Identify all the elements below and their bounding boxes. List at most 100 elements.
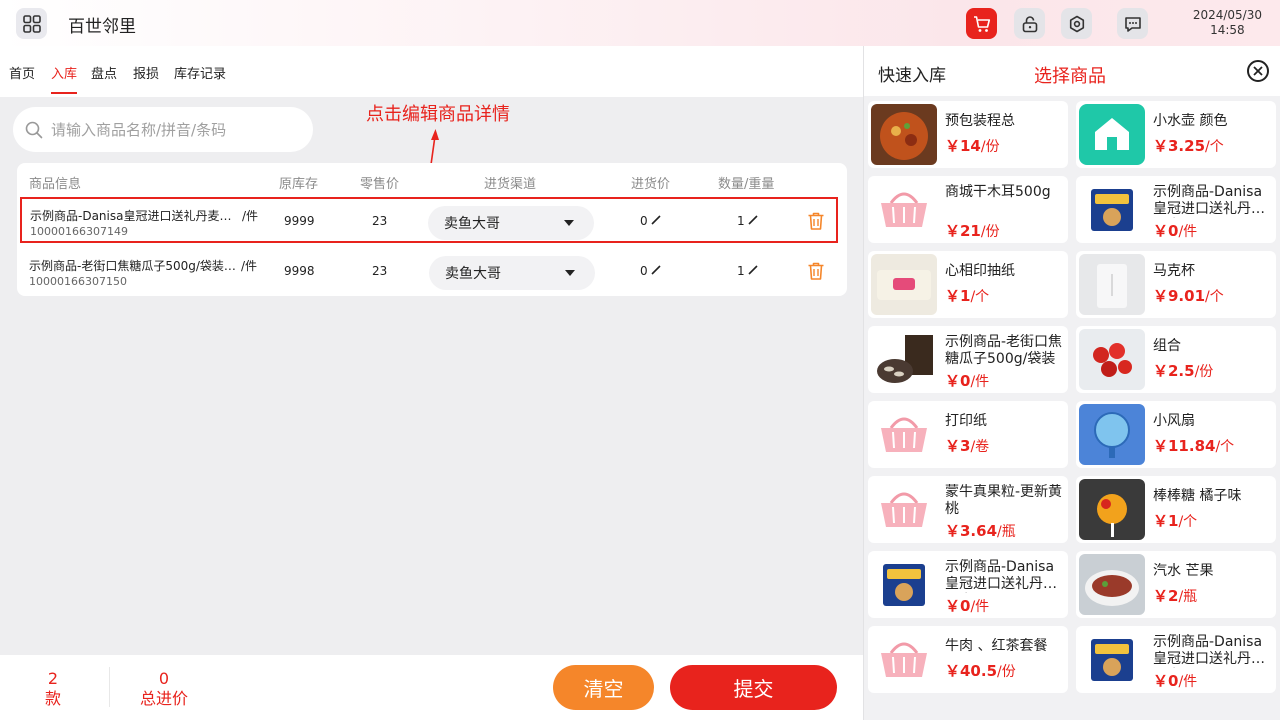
settings-icon <box>1069 15 1084 32</box>
close-button[interactable] <box>1247 60 1269 82</box>
price-unit: /件 <box>970 599 990 615</box>
search-box[interactable] <box>13 107 313 152</box>
cart-icon <box>973 15 990 32</box>
product-card[interactable]: 示例商品-Danisa皇冠进口送礼丹麦曲奇 ￥0/件 <box>868 551 1068 618</box>
retail-price: 23 <box>372 214 388 228</box>
price-unit: /卷 <box>970 439 990 455</box>
product-card[interactable]: 汽水 芒果 ￥2/瓶 <box>1076 551 1276 618</box>
product-card[interactable]: 棒棒糖 橘子味 ￥1/个 <box>1076 476 1276 543</box>
home-icon <box>1079 104 1145 165</box>
product-card-price: ￥3/卷 <box>945 435 989 456</box>
product-card-price: ￥0/件 <box>945 370 989 391</box>
header-quantity: 数量/重量 <box>718 177 775 192</box>
unlock-button[interactable] <box>1014 8 1045 39</box>
unlock-icon <box>1022 15 1037 32</box>
price-value: ￥3 <box>945 437 971 455</box>
message-button[interactable] <box>1117 8 1148 39</box>
cost-price-edit[interactable]: 0 <box>640 214 662 228</box>
product-card[interactable]: 商城干木耳500g ￥21/份 <box>868 176 1068 243</box>
product-card-price: ￥0/件 <box>1153 670 1197 691</box>
product-image <box>1079 329 1145 390</box>
product-name: 示例商品-Danisa皇冠进口送礼丹麦曲奇 <box>30 209 240 223</box>
trash-icon[interactable] <box>807 261 825 281</box>
product-card-name: 组合 <box>1153 338 1181 354</box>
product-card[interactable]: 小水壶 颜色 ￥3.25/个 <box>1076 101 1276 168</box>
product-card[interactable]: 组合 ￥2.5/份 <box>1076 326 1276 393</box>
grid-menu-button[interactable] <box>16 8 47 39</box>
channel-select[interactable]: 卖鱼大哥 <box>428 206 594 240</box>
price-unit: /份 <box>980 224 1000 240</box>
tab-home[interactable]: 首页 <box>9 63 35 92</box>
table-row[interactable]: 示例商品-老街口焦糖瓜子500g/袋装零食 /件 10000166307150 … <box>17 249 847 295</box>
product-card[interactable]: 牛肉 、红茶套餐 ￥40.5/份 <box>868 626 1068 693</box>
quantity-edit[interactable]: 1 <box>737 264 759 278</box>
price-value: ￥2.5 <box>1153 362 1195 380</box>
channel-value: 卖鱼大哥 <box>444 216 500 232</box>
product-image <box>871 104 937 165</box>
header-channel: 进货渠道 <box>484 177 537 192</box>
product-card-name: 示例商品-Danisa皇冠进口送礼丹麦曲奇 <box>1153 634 1265 667</box>
product-card-name: 汽水 芒果 <box>1153 563 1214 579</box>
tab-stock-records[interactable]: 库存记录 <box>174 63 226 92</box>
quantity-edit[interactable]: 1 <box>737 214 759 228</box>
product-card[interactable]: 示例商品-老街口焦糖瓜子500g/袋装 ￥0/件 <box>868 326 1068 393</box>
date-text: 2024/05/30 <box>1192 8 1262 22</box>
tab-loss-report[interactable]: 报损 <box>133 63 159 92</box>
product-card[interactable]: 心相印抽纸 ￥1/个 <box>868 251 1068 318</box>
header-cost-price: 进货价 <box>631 177 671 192</box>
product-card[interactable]: 示例商品-Danisa皇冠进口送礼丹麦曲奇 ￥0/件 <box>1076 626 1276 693</box>
product-card[interactable]: 小风扇 ￥11.84/个 <box>1076 401 1276 468</box>
total-cost-label: 总进价 <box>140 689 189 708</box>
product-name: 示例商品-老街口焦糖瓜子500g/袋装零食 <box>29 259 239 273</box>
price-unit: /件 <box>1178 224 1198 240</box>
price-unit: /份 <box>997 664 1016 680</box>
trash-icon[interactable] <box>807 211 825 231</box>
product-card-name: 棒棒糖 橘子味 <box>1153 488 1242 504</box>
product-card-name: 示例商品-Danisa皇冠进口送礼丹麦曲奇 <box>1153 184 1265 217</box>
settings-button[interactable] <box>1061 8 1092 39</box>
stock-in-table: 商品信息 原库存 零售价 进货渠道 进货价 数量/重量 示例商品-Danisa皇… <box>17 163 847 296</box>
price-value: ￥1 <box>945 287 971 305</box>
product-card[interactable]: 预包装程总 ￥14/份 <box>868 101 1068 168</box>
product-card-price: ￥2/瓶 <box>1153 585 1197 606</box>
price-value: ￥14 <box>945 137 981 155</box>
price-unit: /份 <box>1194 364 1214 380</box>
select-hint-annotation: 选择商品 <box>1034 66 1106 87</box>
cost-price: 0 <box>640 264 648 278</box>
product-card-price: ￥40.5/份 <box>945 660 1016 681</box>
product-unit: /件 <box>242 209 259 223</box>
product-card[interactable]: 示例商品-Danisa皇冠进口送礼丹麦曲奇 ￥0/件 <box>1076 176 1276 243</box>
product-card[interactable]: 马克杯 ￥9.01/个 <box>1076 251 1276 318</box>
product-card-price: ￥1/个 <box>945 285 989 306</box>
product-code: 10000166307150 <box>29 275 127 288</box>
price-unit: /个 <box>1178 514 1198 530</box>
clear-button[interactable]: 清空 <box>553 665 654 710</box>
product-card-price: ￥11.84/个 <box>1153 435 1234 456</box>
pencil-icon <box>748 265 759 275</box>
product-image <box>871 554 937 615</box>
search-icon <box>25 121 43 138</box>
product-card[interactable]: 蒙牛真果粒-更新黄桃 ￥3.64/瓶 <box>868 476 1068 543</box>
cart-button[interactable] <box>966 8 997 39</box>
product-card[interactable]: 打印纸 ￥3/卷 <box>868 401 1068 468</box>
product-card-price: ￥21/份 <box>945 220 1000 241</box>
product-unit: /件 <box>241 259 258 273</box>
table-row[interactable]: 示例商品-Danisa皇冠进口送礼丹麦曲奇 /件 10000166307149 … <box>20 197 838 243</box>
cost-price-edit[interactable]: 0 <box>640 264 662 278</box>
quick-panel-header: 快速入库 选择商品 <box>864 46 1280 96</box>
product-image <box>1079 404 1145 465</box>
product-image <box>871 254 937 315</box>
product-image <box>1079 554 1145 615</box>
tab-inventory-check[interactable]: 盘点 <box>91 63 117 92</box>
edit-hint-annotation: 点击编辑商品详情 <box>366 104 510 125</box>
pencil-icon <box>748 215 759 225</box>
tab-stock-in[interactable]: 入库 <box>51 63 78 94</box>
price-value: ￥21 <box>945 222 981 240</box>
price-unit: /件 <box>970 374 990 390</box>
search-input[interactable] <box>51 120 291 139</box>
submit-button[interactable]: 提交 <box>670 665 837 710</box>
price-value: ￥0 <box>945 597 971 615</box>
price-unit: /件 <box>1178 674 1198 690</box>
product-card-name: 示例商品-Danisa皇冠进口送礼丹麦曲奇 <box>945 559 1057 592</box>
channel-select[interactable]: 卖鱼大哥 <box>429 256 595 290</box>
